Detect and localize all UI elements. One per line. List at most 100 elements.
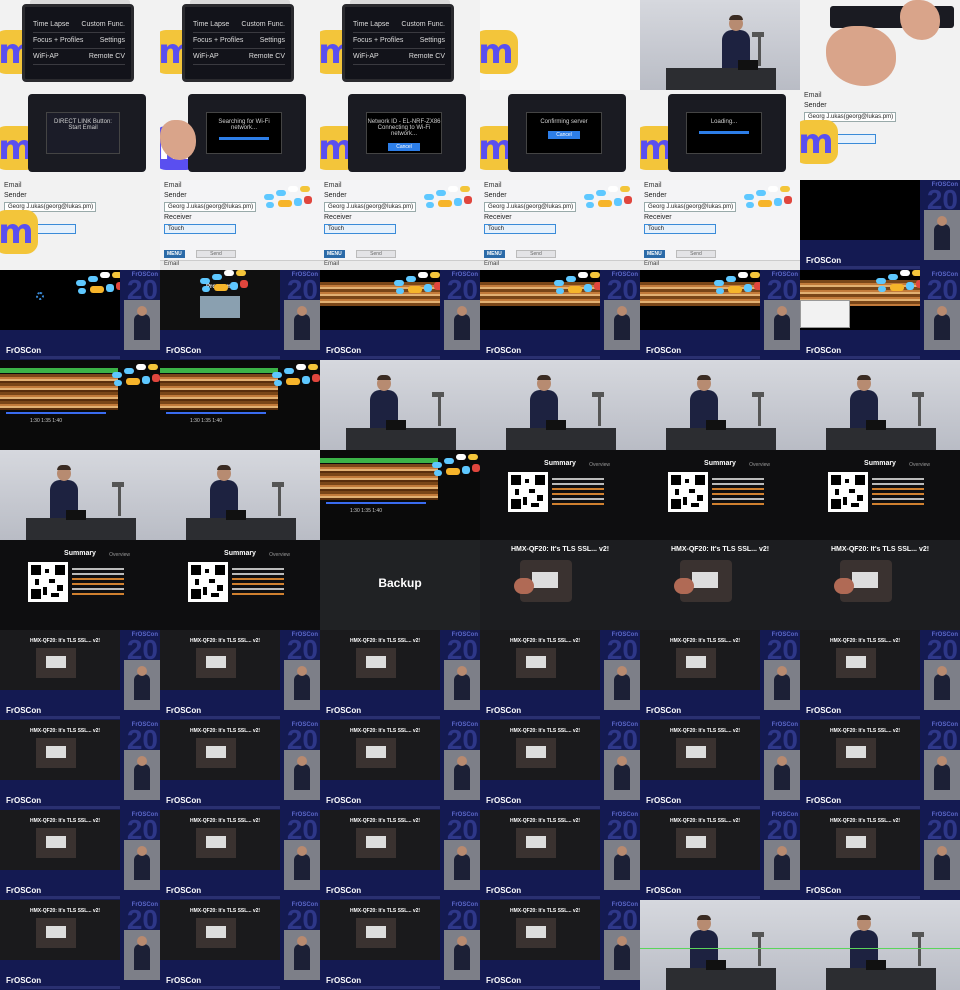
speaker-pip (924, 660, 960, 710)
menu-button[interactable]: MENU (324, 250, 345, 258)
speaker-hair (729, 15, 743, 20)
gamepad-icon (714, 272, 760, 296)
speaker-pip (124, 750, 160, 800)
thumbnail: m (480, 0, 640, 90)
device-screen (846, 746, 866, 758)
summary-subtitle: Overview (589, 462, 610, 468)
thumbnail (800, 360, 960, 450)
device-screen (526, 656, 546, 668)
gamepad-button (598, 200, 612, 207)
device-screen (366, 836, 386, 848)
banner-froscon: FrOSCon (771, 722, 798, 728)
cancel-button[interactable]: Cancel (388, 143, 420, 151)
gamepad-button (596, 190, 606, 196)
gamepad-button (554, 280, 564, 286)
froscon-logo: FrOSCon (806, 886, 842, 895)
speaker-pip (284, 660, 320, 710)
receiver-field[interactable]: Touch (324, 224, 396, 234)
gamepad-button (212, 274, 222, 280)
send-button[interactable]: Send (196, 250, 236, 258)
ticker-bar (340, 356, 440, 359)
device-screen (692, 572, 718, 588)
form-footer: Email (320, 260, 480, 270)
gamepad-button (900, 270, 910, 276)
gamepad-button (126, 378, 140, 385)
bullet-line (712, 503, 764, 505)
gamepad-button (430, 272, 440, 278)
sender-field[interactable]: Georg J.ukas(georg@lukas.pm) (644, 202, 736, 212)
wifi-dialog: Network ID - EL-NRF-ZX86 Connecting to Wi… (366, 112, 442, 154)
gamepad-button (100, 272, 110, 278)
froscon-logo: FrOSCon (166, 796, 202, 805)
banner-froscon: FrOSCon (931, 182, 958, 188)
speaker-body (934, 764, 950, 790)
gamepad-icon (272, 364, 320, 388)
speaker-body (134, 944, 150, 970)
menu-button[interactable]: MENU (644, 250, 665, 258)
bullet-line (232, 568, 284, 570)
speaker-head (937, 666, 947, 676)
bullet-line (72, 578, 124, 580)
wood-strip (160, 374, 278, 410)
thumbnail: 20 FrOSCon HMX-QF20: It's TLS SSL... v2! Fr… (320, 900, 480, 990)
speaker-head (137, 306, 147, 316)
hand (674, 578, 694, 594)
sender-field[interactable]: Georg J.ukas(georg@lukas.pm) (164, 202, 256, 212)
sender-field[interactable]: Georg J.ukas(georg@lukas.pm) (484, 202, 576, 212)
thumbnail (640, 360, 800, 450)
send-button[interactable]: Send (356, 250, 396, 258)
hmx-title: HMX-QF20: It's TLS SSL... v2! (510, 908, 581, 914)
menu-button[interactable]: MENU (484, 250, 505, 258)
sender-field[interactable]: Georg J.ukas(georg@lukas.pm) (324, 202, 416, 212)
speaker-pip (444, 660, 480, 710)
thumbnail: 20 FrOSCon HMX-QF20: It's TLS SSL... v2! Fr… (160, 810, 320, 900)
gamepad-button (278, 200, 292, 207)
receiver-field[interactable]: Touch (484, 224, 556, 234)
receiver-field[interactable]: Touch (164, 224, 236, 234)
stream-main-view (480, 270, 600, 330)
hmx-title: HMX-QF20: It's TLS SSL... v2! (510, 546, 610, 553)
stream-main-view: HMX-QF20: It's TLS SSL... v2! (0, 900, 120, 960)
receiver-field[interactable]: Touch (644, 224, 716, 234)
gamepad-button (300, 186, 310, 192)
camera-device (514, 560, 572, 602)
dialog-window (800, 300, 850, 328)
speaker-head (137, 666, 147, 676)
qr-block (535, 475, 545, 485)
bullet-line (552, 478, 604, 480)
qr-block (849, 489, 855, 493)
froscon-logo: FrOSCon (166, 886, 202, 895)
gamepad-button (608, 186, 618, 192)
ticker-bar (20, 806, 120, 809)
banner-froscon: FrOSCon (611, 632, 638, 638)
summary-subtitle: Overview (749, 462, 770, 468)
bullet-line (72, 573, 124, 575)
ticker-bar (180, 356, 280, 359)
send-button[interactable]: Send (516, 250, 556, 258)
finger (900, 0, 940, 40)
menu-button[interactable]: MENU (164, 250, 185, 258)
froscon-logo: FrOSCon (486, 886, 522, 895)
thumbnail: Email Sender Georg J.ukas(georg@lukas.pm) R… (320, 180, 480, 270)
speaker-head (457, 756, 467, 766)
gamepad-button (432, 462, 442, 468)
status-line (800, 948, 960, 949)
bullet-line (872, 503, 924, 505)
projector-head (912, 932, 924, 937)
speaker-head (777, 666, 787, 676)
gamepad-button (906, 282, 914, 290)
send-button[interactable]: Send (676, 250, 716, 258)
projector-stand (278, 486, 281, 516)
stream-main-view: HMX-QF20: It's TLS SSL... v2! (480, 810, 600, 870)
gamepad-button (756, 190, 766, 196)
froscon-logo: FrOSCon (646, 706, 682, 715)
hmx-title: HMX-QF20: It's TLS SSL... v2! (190, 638, 261, 644)
thumbnail: 20FrOSConProgramFrOSCon (160, 270, 320, 360)
cancel-button[interactable]: Cancel (548, 131, 580, 139)
mastodon-icon: m (0, 210, 38, 254)
thumbnail: 20 FrOSCon HMX-QF20: It's TLS SSL... v2! Fr… (800, 810, 960, 900)
qr-block (211, 593, 219, 597)
speaker-pip (284, 930, 320, 980)
wood-strip (0, 374, 118, 410)
device-screen (46, 926, 66, 938)
